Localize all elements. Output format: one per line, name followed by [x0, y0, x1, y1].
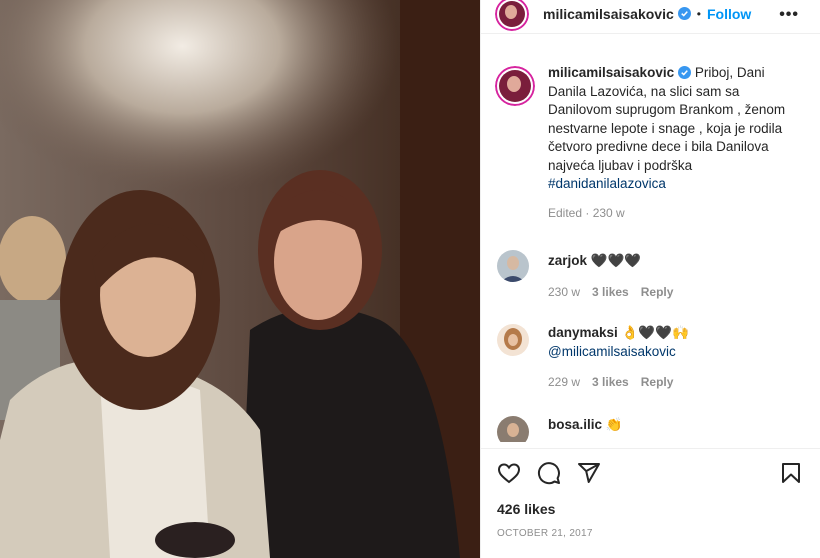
caption-hashtag[interactable]: #danidanilalazovica — [548, 176, 666, 191]
post-sidebar: milicamilsaisakovic • Follow ••• milicam… — [480, 0, 820, 558]
comment-username[interactable]: danymaksi — [548, 325, 618, 340]
author-username[interactable]: milicamilsaisakovic — [543, 6, 674, 22]
post-actions: 426 likes OCTOBER 21, 2017 — [481, 448, 820, 558]
verified-badge-icon — [677, 7, 691, 20]
follow-button[interactable]: Follow — [707, 6, 751, 22]
commenter-avatar[interactable] — [497, 324, 529, 356]
author-avatar[interactable] — [495, 0, 529, 31]
post-photo-image — [0, 0, 480, 558]
comment-item: zarjok 🖤🖤🖤 230 w 3 likes Reply — [495, 250, 805, 299]
commenter-avatar[interactable] — [497, 250, 529, 282]
comment-text: bosa.ilic 👏 — [548, 416, 805, 435]
comment-item: bosa.ilic 👏 — [495, 416, 805, 442]
comment-meta: 230 w 3 likes Reply — [548, 285, 805, 299]
separator-dot: • — [696, 6, 701, 21]
post-date: OCTOBER 21, 2017 — [497, 528, 593, 539]
comment-item: danymaksi 👌🖤🖤🙌 @milicamilsaisakovic 229 … — [495, 324, 805, 389]
likes-count[interactable]: 426 likes — [497, 501, 555, 517]
post-photo[interactable] — [0, 0, 480, 558]
comment-likes[interactable]: 3 likes — [592, 285, 629, 299]
comment-body: 🖤🖤🖤 — [590, 253, 642, 268]
comment-body: 👏 — [605, 417, 623, 432]
reply-button[interactable]: Reply — [641, 375, 674, 389]
comment-age: 230 w — [548, 284, 581, 299]
bookmark-icon[interactable] — [779, 461, 803, 485]
caption-body: Priboj, Dani Danila Lazovića, na slici s… — [548, 65, 786, 173]
more-options-button[interactable]: ••• — [779, 6, 799, 24]
comment-text: danymaksi 👌🖤🖤🙌 @milicamilsaisakovic — [548, 324, 805, 361]
comment-likes[interactable]: 3 likes — [592, 375, 629, 389]
commenter-avatar[interactable] — [497, 416, 529, 442]
caption-author-avatar[interactable] — [495, 66, 535, 106]
comments-section[interactable]: milicamilsaisakovic Priboj, Dani Danila … — [481, 44, 820, 442]
comment-text: zarjok 🖤🖤🖤 — [548, 250, 805, 271]
caption-meta: Edited · 230 w — [548, 205, 625, 220]
comment-meta: 229 w 3 likes Reply — [548, 375, 805, 389]
verified-badge-icon — [678, 66, 692, 79]
post-caption: milicamilsaisakovic Priboj, Dani Danila … — [495, 64, 805, 220]
comment-body: 👌🖤🖤🙌 — [621, 325, 689, 340]
comment-mention[interactable]: @milicamilsaisakovic — [548, 344, 676, 359]
comment-icon[interactable] — [537, 461, 561, 485]
comment-username[interactable]: zarjok — [548, 253, 587, 268]
comment-username[interactable]: bosa.ilic — [548, 417, 602, 432]
comment-age: 229 w — [548, 375, 581, 389]
heart-icon[interactable] — [497, 461, 521, 485]
reply-button[interactable]: Reply — [641, 285, 674, 299]
post-header: milicamilsaisakovic • Follow ••• — [481, 0, 820, 34]
caption-text: milicamilsaisakovic Priboj, Dani Danila … — [548, 64, 805, 194]
share-icon[interactable] — [577, 461, 601, 485]
caption-username[interactable]: milicamilsaisakovic — [548, 65, 674, 80]
